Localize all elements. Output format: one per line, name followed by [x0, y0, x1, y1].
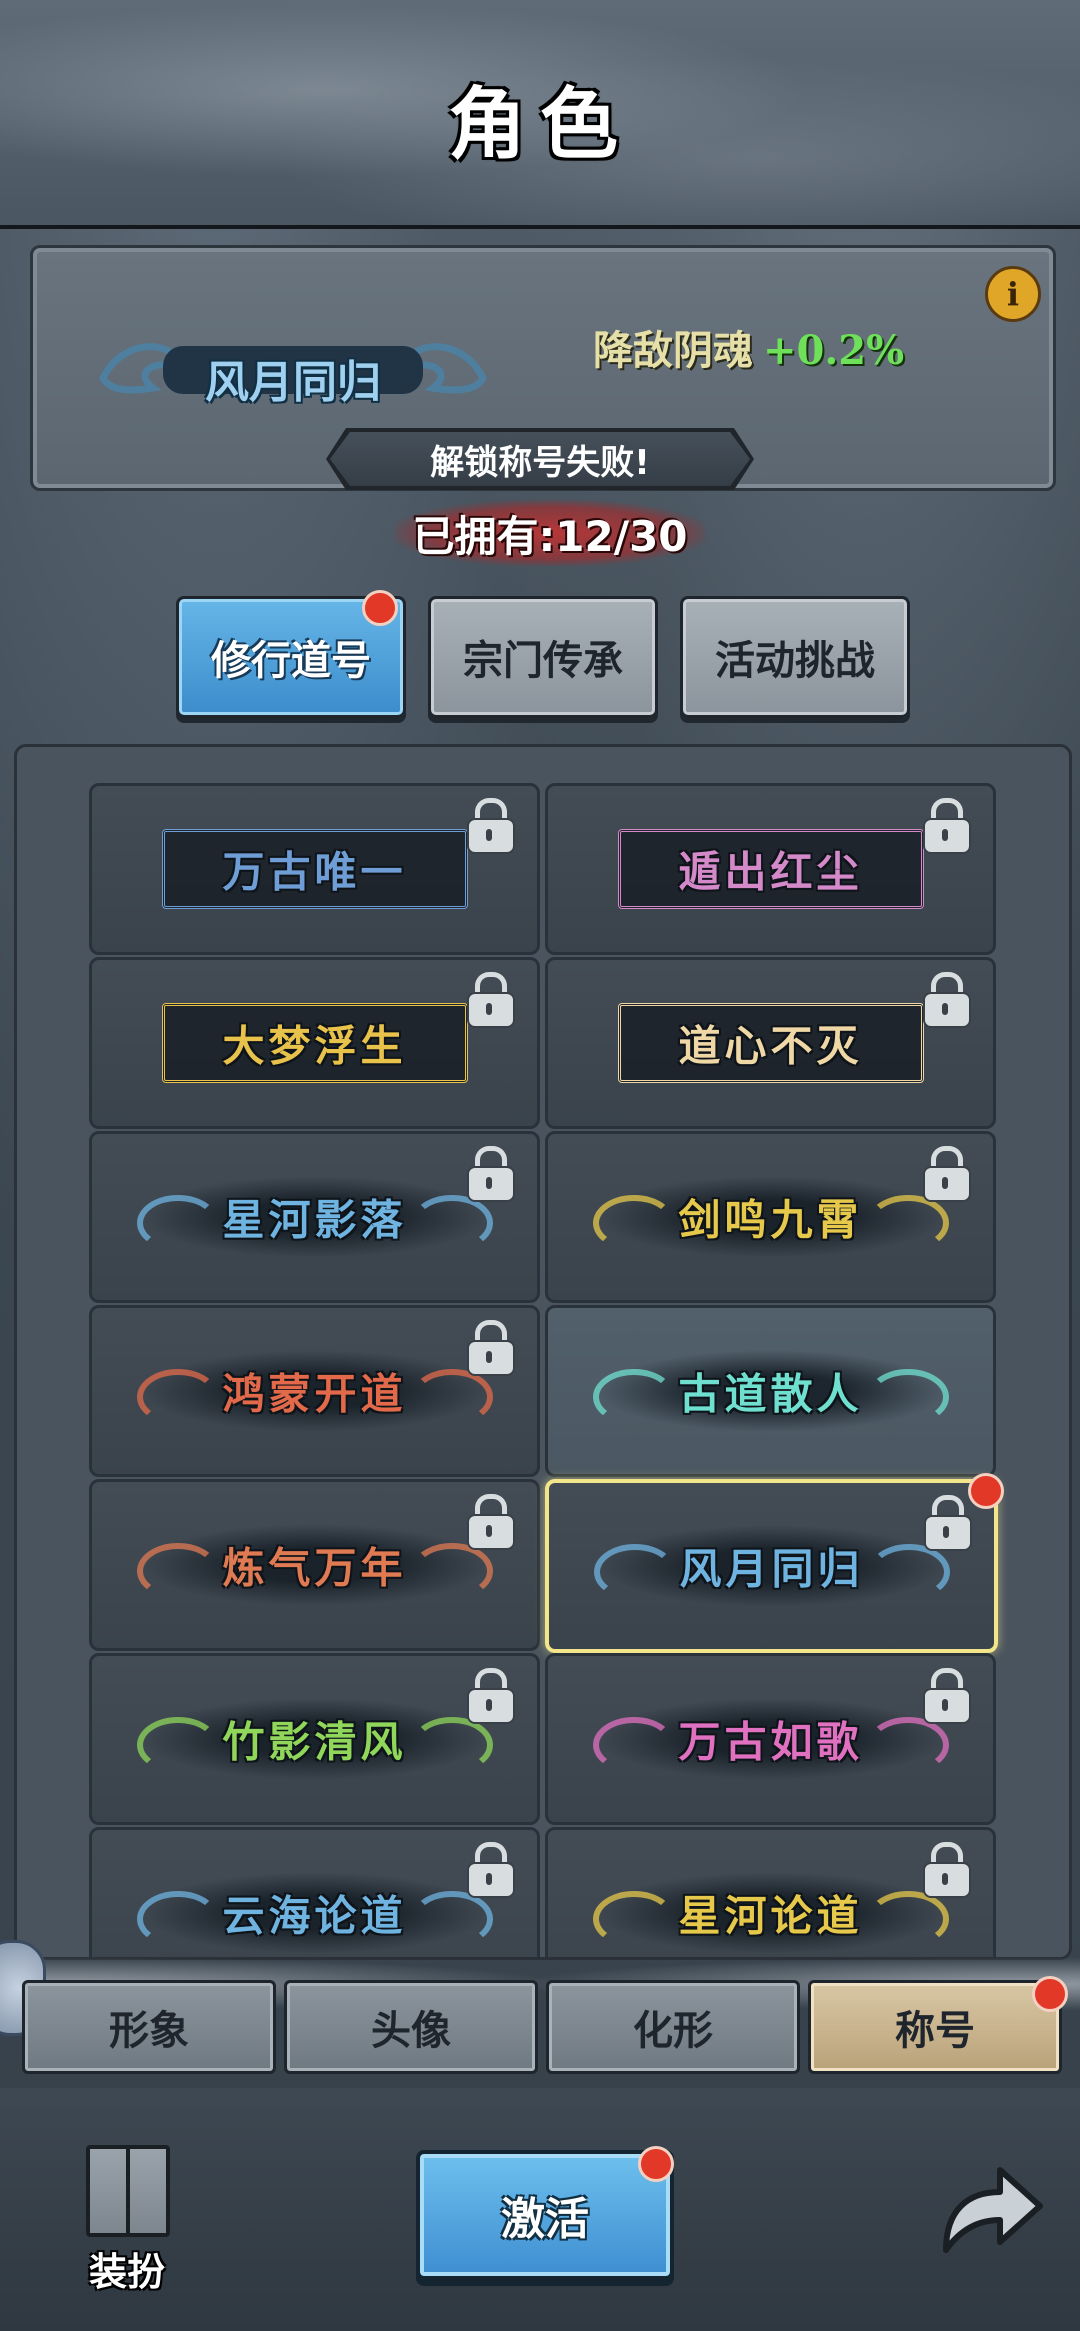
- lock-icon: [923, 1668, 971, 1724]
- tab-label: 化形: [633, 2007, 713, 2054]
- title-card[interactable]: 万古如歌: [545, 1653, 996, 1825]
- current-title-plaque: 风月同归: [93, 318, 493, 418]
- header: 角色: [0, 0, 1080, 229]
- lock-icon: [467, 1320, 515, 1376]
- lock-icon: [924, 1495, 972, 1551]
- title-name: 古道散人: [678, 1369, 863, 1419]
- tab-label: 头像: [371, 2007, 451, 2054]
- title-card[interactable]: 古道散人: [545, 1305, 996, 1477]
- tab-label: 宗门传承: [463, 637, 623, 684]
- tab-label: 活动挑战: [715, 637, 875, 684]
- status-banner: 解锁称号失败!: [330, 432, 750, 486]
- tab-sect[interactable]: 宗门传承: [428, 596, 658, 718]
- info-icon[interactable]: i: [985, 266, 1041, 322]
- lock-icon: [923, 798, 971, 854]
- stat-value: +0.2%: [763, 327, 905, 374]
- lock-icon: [467, 972, 515, 1028]
- tab-label: 修行道号: [211, 637, 371, 684]
- title-card[interactable]: 竹影清风: [89, 1653, 540, 1825]
- wardrobe-label: 装扮: [88, 2249, 165, 2294]
- lock-icon: [923, 972, 971, 1028]
- title-card[interactable]: 风月同归: [545, 1473, 1004, 1653]
- lock-icon: [923, 1146, 971, 1202]
- stat-label: 降敌阴魂: [593, 327, 753, 374]
- lock-icon: [467, 798, 515, 854]
- page-title: 角色: [447, 79, 632, 170]
- title-list-panel[interactable]: 万古唯一 遁出红尘 大梦浮生 道心不灭 星河影落 剑鸣九霄 鸿蒙开道 古道散人炼气万年 风月同归…: [14, 744, 1072, 1960]
- title-stat: 降敌阴魂 +0.2%: [593, 318, 904, 376]
- title-card[interactable]: 万古唯一: [89, 783, 540, 955]
- lock-icon: [467, 1146, 515, 1202]
- tab-avatar[interactable]: 头像: [284, 1980, 538, 2074]
- lock-icon: [467, 1668, 515, 1724]
- lock-icon: [923, 1842, 971, 1898]
- tab-label: 形象: [109, 2007, 189, 2054]
- lock-icon: [467, 1494, 515, 1550]
- tab-title-badge: [1032, 1976, 1068, 2012]
- tab-title[interactable]: 称号: [808, 1980, 1062, 2074]
- title-card[interactable]: 大梦浮生: [89, 957, 540, 1129]
- title-card[interactable]: 星河影落: [89, 1131, 540, 1303]
- tab-transform[interactable]: 化形: [546, 1980, 800, 2074]
- lock-icon: [467, 1842, 515, 1898]
- activate-badge: [638, 2146, 674, 2182]
- new-badge: [968, 1473, 1004, 1509]
- activate-button[interactable]: 激活: [416, 2150, 674, 2280]
- category-tabs: 修行道号 宗门传承 活动挑战: [0, 590, 1080, 718]
- title-card[interactable]: 鸿蒙开道: [89, 1305, 540, 1477]
- title-card[interactable]: 道心不灭: [545, 957, 996, 1129]
- title-card[interactable]: 剑鸣九霄: [545, 1131, 996, 1303]
- tab-label: 称号: [895, 2007, 975, 2054]
- tab-event[interactable]: 活动挑战: [680, 596, 910, 718]
- tab-appearance[interactable]: 形象: [22, 1980, 276, 2074]
- current-title-name: 风月同归: [205, 357, 381, 408]
- back-arrow-icon[interactable]: [928, 2150, 1048, 2270]
- owned-count: 已拥有:12/30: [395, 500, 705, 566]
- title-card[interactable]: 遁出红尘: [545, 783, 996, 955]
- bottom-tabs: 形象 头像 化形 称号: [0, 1976, 1080, 2080]
- tab-cultivation-badge: [362, 590, 398, 626]
- wardrobe-icon: [86, 2145, 170, 2237]
- title-card[interactable]: 炼气万年: [89, 1479, 540, 1651]
- wardrobe-button[interactable]: 装扮: [72, 2145, 182, 2295]
